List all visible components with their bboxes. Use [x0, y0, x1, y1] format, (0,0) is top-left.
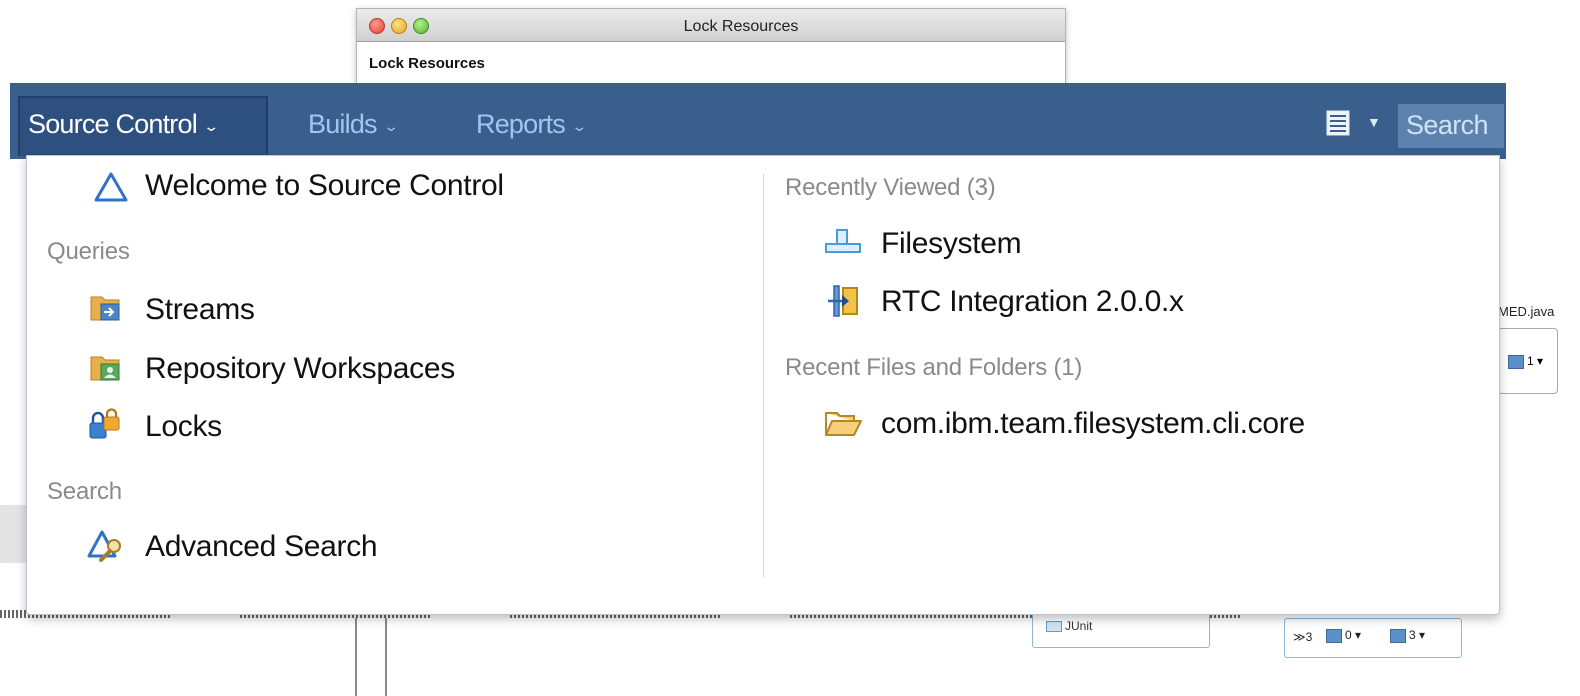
component-icon	[825, 229, 861, 253]
incoming-count: ≫3	[1293, 630, 1313, 644]
changesets-count[interactable]: 3 ▾	[1387, 628, 1425, 643]
tab-reports[interactable]: Reports ⌄	[476, 109, 588, 140]
advanced-search-icon	[87, 530, 121, 562]
advanced-search-link[interactable]: Advanced Search	[145, 530, 378, 564]
welcome-to-source-control-link[interactable]: Welcome to Source Control	[145, 169, 504, 203]
chevron-down-icon: ⌄	[382, 119, 400, 135]
change-counts-box: ≫3 0 ▾ 3 ▾	[1284, 618, 1462, 658]
recently-viewed-heading: Recently Viewed (3)	[785, 174, 996, 201]
recent-item-rtc-integration[interactable]: RTC Integration 2.0.0.x	[881, 285, 1184, 319]
open-folder-icon	[825, 412, 862, 436]
lock-icon	[89, 408, 120, 439]
search-heading: Search	[47, 478, 122, 505]
background-file-label: MED.java	[1498, 304, 1555, 319]
source-control-triangle-icon	[94, 172, 128, 202]
list-view-icon[interactable]	[1326, 110, 1350, 136]
search-field[interactable]: Search	[1398, 104, 1504, 148]
recent-item-filesystem[interactable]: Filesystem	[881, 227, 1022, 261]
queries-heading: Queries	[47, 238, 130, 265]
junit-label: JUnit	[1043, 619, 1092, 633]
stream-icon	[828, 285, 858, 317]
source-control-dropdown: Welcome to Source Control Queries Stream…	[26, 155, 1500, 615]
dialog-heading: Lock Resources	[369, 55, 485, 72]
background-splitter	[355, 610, 387, 696]
recent-files-heading: Recent Files and Folders (1)	[785, 354, 1083, 381]
streams-query[interactable]: Streams	[145, 293, 255, 327]
junit-node[interactable]: JUnit	[1032, 612, 1210, 648]
tab-builds[interactable]: Builds ⌄	[308, 109, 400, 140]
changeset-icon	[1390, 628, 1406, 643]
recent-file-com-ibm-team-filesystem-cli-core[interactable]: com.ibm.team.filesystem.cli.core	[881, 407, 1305, 441]
component-icon	[1046, 621, 1062, 633]
chevron-down-icon: ⌄	[570, 119, 588, 135]
view-menu-dropdown-icon[interactable]: ▼	[1367, 114, 1381, 130]
column-divider	[763, 174, 764, 577]
changeset-icon	[1508, 354, 1524, 369]
background-count[interactable]: 1 ▾	[1505, 354, 1543, 369]
locks-query[interactable]: Locks	[145, 410, 222, 444]
baselines-count[interactable]: 0 ▾	[1323, 628, 1361, 643]
background-count-box: 1 ▾	[1498, 328, 1558, 394]
repository-workspaces-folder-icon	[90, 356, 120, 381]
tab-source-control[interactable]: Source Control ⌄	[28, 109, 220, 140]
streams-folder-icon	[90, 296, 120, 321]
baseline-icon	[1326, 628, 1342, 643]
chevron-down-icon: ⌄	[202, 119, 220, 135]
window-titlebar: Lock Resources	[357, 9, 1065, 42]
window-title: Lock Resources	[683, 18, 799, 35]
repository-workspaces-query[interactable]: Repository Workspaces	[145, 352, 455, 386]
